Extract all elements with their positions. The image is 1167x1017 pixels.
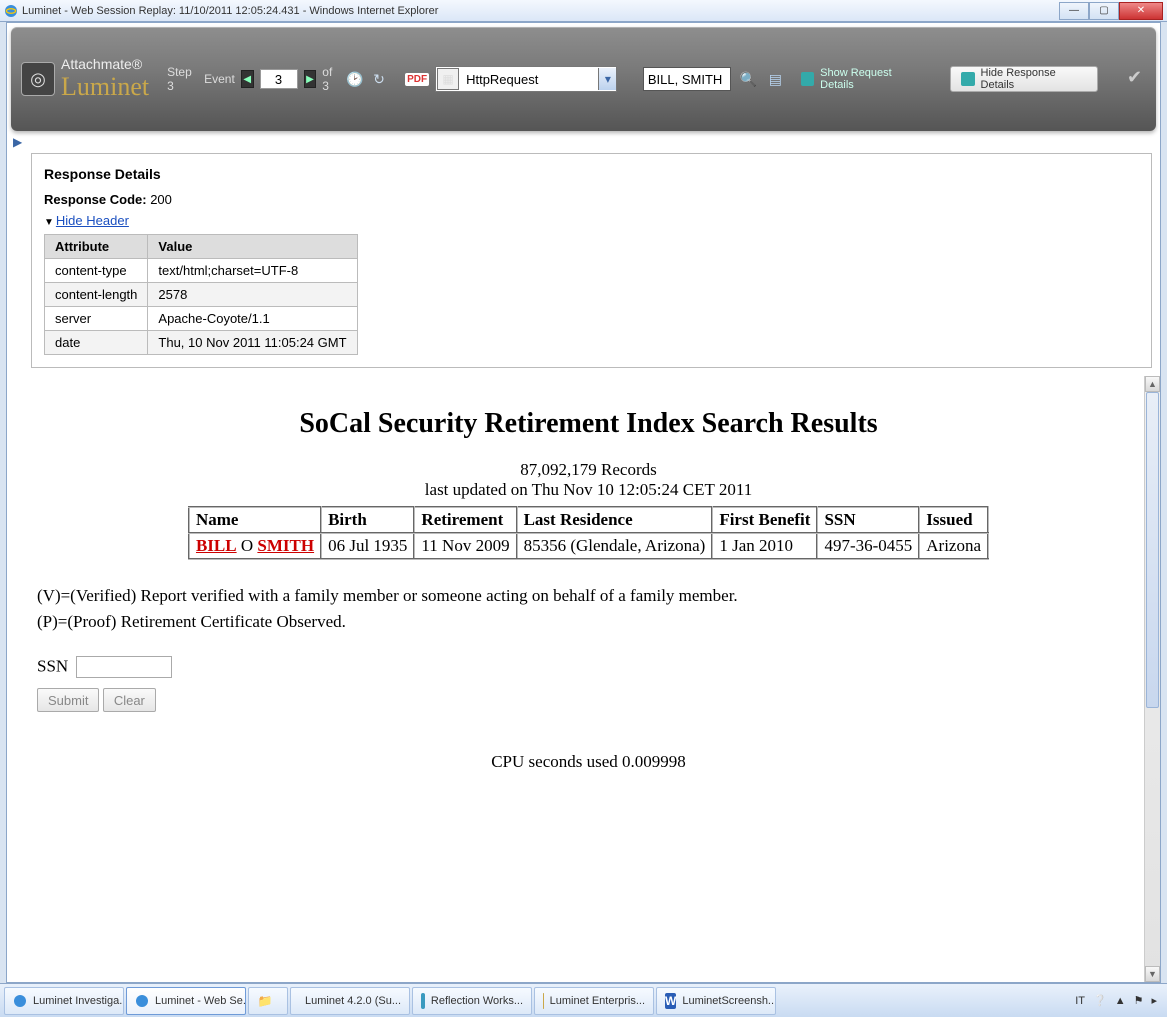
prev-event-button[interactable]: ◀: [241, 70, 254, 88]
cell-birth: 06 Jul 1935: [321, 533, 414, 559]
event-label: Event: [204, 72, 235, 86]
response-details-panel: Response Details Response Code: 200 ▼Hid…: [31, 153, 1152, 368]
submit-button[interactable]: Submit: [37, 688, 99, 712]
tray-up-icon[interactable]: ▲: [1115, 995, 1126, 1007]
clock-icon[interactable]: 🕑: [346, 69, 364, 89]
first-name-link[interactable]: BILL: [196, 536, 237, 555]
taskbar-item[interactable]: Luminet 4.2.0 (Su...: [290, 987, 410, 1015]
legend-proof: (P)=(Proof) Retirement Certificate Obser…: [37, 612, 1140, 632]
luminet-toolbar: ◎ Attachmate® Luminet Step 3 Event ◀ ▶ o…: [11, 27, 1156, 131]
refresh-icon[interactable]: ↻: [370, 69, 388, 89]
table-row: content-length2578: [45, 283, 358, 307]
dropdown-icon[interactable]: ▾: [598, 68, 616, 90]
ie-icon: [135, 993, 149, 1009]
cell-name: BILL O SMITH: [189, 533, 321, 559]
language-indicator[interactable]: IT: [1075, 995, 1085, 1007]
request-type-value: HttpRequest: [460, 72, 598, 87]
taskbar-item[interactable]: Reflection Works...: [412, 987, 532, 1015]
step-label: Step 3: [167, 65, 198, 93]
col-ssn: SSN: [817, 507, 919, 533]
scroll-down-button[interactable]: ▼: [1145, 966, 1160, 982]
scroll-thumb[interactable]: [1146, 392, 1159, 708]
request-type-icon: ▦: [437, 68, 459, 90]
rendered-page: ▲ ▼ SoCal Security Retirement Index Sear…: [7, 376, 1160, 982]
taskbar: Luminet Investiga... Luminet - Web Se...…: [0, 983, 1167, 1017]
hide-header-link[interactable]: Hide Header: [56, 213, 129, 228]
search-input[interactable]: [643, 67, 731, 91]
ssn-input[interactable]: [76, 656, 172, 678]
filter-icon[interactable]: ▤: [766, 69, 785, 89]
minimize-button[interactable]: —: [1059, 2, 1089, 20]
col-retirement: Retirement: [414, 507, 516, 533]
table-row: serverApache-Coyote/1.1: [45, 307, 358, 331]
app-icon: [421, 993, 425, 1009]
scrollbar[interactable]: ▲ ▼: [1144, 376, 1160, 982]
last-updated: last updated on Thu Nov 10 12:05:24 CET …: [37, 480, 1140, 500]
response-details-heading: Response Details: [44, 166, 1139, 182]
cpu-seconds: CPU seconds used 0.009998: [37, 752, 1140, 772]
col-issued: Issued: [919, 507, 988, 533]
ie-icon: [4, 4, 18, 18]
brand-line1: Attachmate®: [61, 56, 149, 72]
tray-more-icon[interactable]: ▸: [1151, 994, 1157, 1007]
word-icon: W: [665, 993, 676, 1009]
result-row: BILL O SMITH 06 Jul 1935 11 Nov 2009 853…: [189, 533, 988, 559]
ie-icon: [13, 993, 27, 1009]
cell-residence: 85356 (Glendale, Arizona): [517, 533, 713, 559]
page-title: SoCal Security Retirement Index Search R…: [37, 408, 1140, 440]
show-request-details-button[interactable]: Show Request Details: [801, 67, 923, 91]
tray-help-icon[interactable]: ❔: [1093, 994, 1107, 1007]
taskbar-item-explorer[interactable]: 📁: [248, 987, 288, 1015]
response-headers-table: Attribute Value content-typetext/html;ch…: [44, 234, 358, 355]
taskbar-item[interactable]: Luminet Investiga...: [4, 987, 124, 1015]
window-titlebar: Luminet - Web Session Replay: 11/10/2011…: [0, 0, 1167, 22]
search-icon[interactable]: 🔍: [739, 69, 758, 89]
legend-verified: (V)=(Verified) Report verified with a fa…: [37, 586, 1140, 606]
app-icon: [543, 993, 544, 1009]
luminet-logo-icon: ◎: [21, 62, 55, 96]
close-button[interactable]: ✕: [1119, 2, 1163, 20]
response-code-line: Response Code: 200: [44, 192, 1139, 207]
scroll-up-button[interactable]: ▲: [1145, 376, 1160, 392]
window-title: Luminet - Web Session Replay: 11/10/2011…: [22, 5, 438, 17]
col-name: Name: [189, 507, 321, 533]
results-table: Name Birth Retirement Last Residence Fir…: [188, 506, 989, 560]
request-type-select[interactable]: ▦ HttpRequest ▾: [435, 66, 617, 92]
checkmark-icon[interactable]: ✔: [1123, 67, 1146, 91]
system-tray: IT ❔ ▲ ⚑ ▸: [1075, 994, 1163, 1007]
maximize-button[interactable]: ▢: [1089, 2, 1119, 20]
col-firstbenefit: First Benefit: [712, 507, 817, 533]
taskbar-item[interactable]: WLuminetScreensh...: [656, 987, 776, 1015]
brand-line2: Luminet: [61, 72, 149, 102]
clear-button[interactable]: Clear: [103, 688, 156, 712]
ssn-label: SSN: [37, 657, 68, 676]
collapse-triangle-icon[interactable]: ▼: [44, 217, 54, 228]
hide-response-details-button[interactable]: Hide Response Details: [950, 66, 1097, 92]
next-event-button[interactable]: ▶: [304, 70, 317, 88]
expand-sidebar-handle[interactable]: ▶: [7, 135, 1160, 151]
table-row: dateThu, 10 Nov 2011 11:05:24 GMT: [45, 331, 358, 355]
content-frame: ◎ Attachmate® Luminet Step 3 Event ◀ ▶ o…: [6, 22, 1161, 983]
cell-issued: Arizona: [919, 533, 988, 559]
record-count: 87,092,179 Records: [37, 460, 1140, 480]
show-request-icon: [801, 72, 814, 86]
cell-retirement: 11 Nov 2009: [414, 533, 516, 559]
last-name-link[interactable]: SMITH: [257, 536, 314, 555]
table-row: content-typetext/html;charset=UTF-8: [45, 259, 358, 283]
taskbar-item[interactable]: Luminet - Web Se...: [126, 987, 246, 1015]
tray-flag-icon[interactable]: ⚑: [1134, 994, 1144, 1007]
hide-response-icon: [961, 72, 974, 86]
cell-ssn: 497-36-0455: [817, 533, 919, 559]
taskbar-item[interactable]: Luminet Enterpris...: [534, 987, 654, 1015]
event-number-input[interactable]: [260, 69, 298, 89]
cell-firstbenefit: 1 Jan 2010: [712, 533, 817, 559]
pdf-icon[interactable]: PDF: [407, 69, 427, 89]
folder-icon: 📁: [257, 993, 273, 1009]
col-birth: Birth: [321, 507, 414, 533]
col-value: Value: [148, 235, 357, 259]
col-lastresidence: Last Residence: [517, 507, 713, 533]
col-attribute: Attribute: [45, 235, 148, 259]
of-label: of 3: [322, 65, 340, 93]
